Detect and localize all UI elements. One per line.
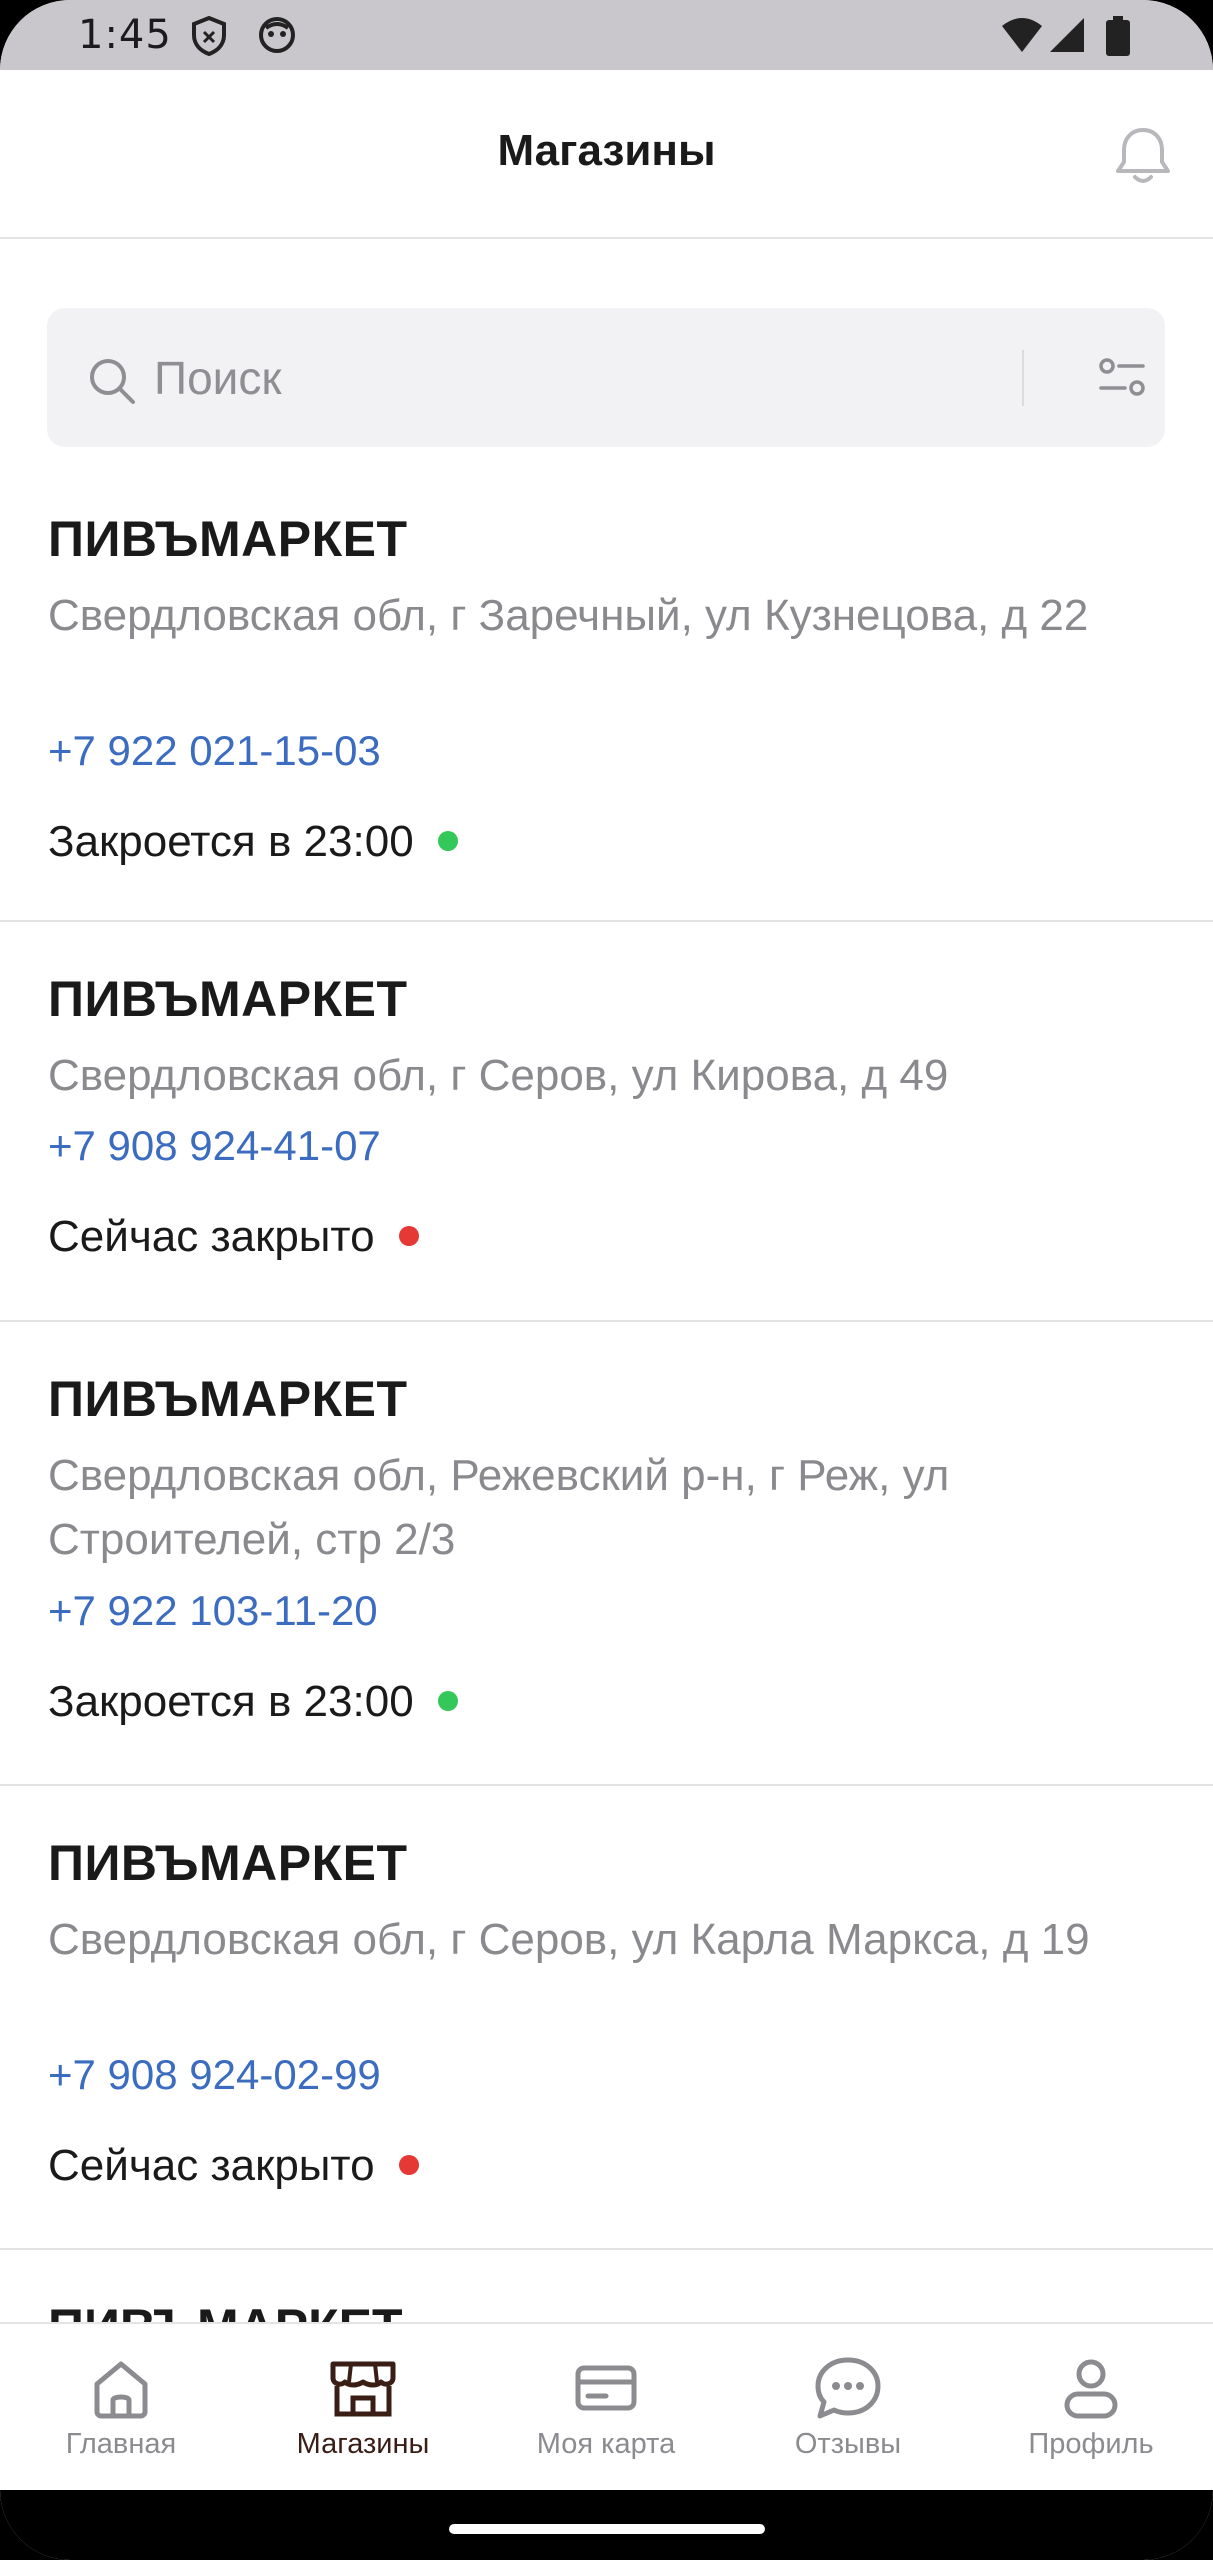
store-status-text: Закроется в 23:00 [48, 1677, 414, 1726]
face-icon [258, 16, 296, 59]
store-status: Закроется в 23:00 [48, 817, 458, 867]
bell-icon[interactable] [1113, 124, 1173, 193]
store-phone-link[interactable]: +7 908 924-02-99 [48, 2051, 381, 2099]
nav-label: Магазины [296, 2428, 430, 2460]
store-list: ПИВЪМАРКЕТ Свердловская обл, г Заречный,… [0, 462, 1213, 2250]
nav-label: Моя карта [536, 2428, 676, 2460]
nav-item-home[interactable]: Главная [0, 2324, 242, 2492]
home-icon [94, 2361, 148, 2419]
status-open-dot [437, 1691, 458, 1712]
nav-item-stores[interactable]: Магазины [242, 2324, 484, 2492]
filter-icon[interactable] [1097, 354, 1147, 405]
store-phone-link[interactable]: +7 908 924-41-07 [48, 1122, 381, 1170]
nav-item-my-card[interactable]: Моя карта [485, 2324, 727, 2492]
search-bar[interactable] [47, 308, 1165, 447]
search-input[interactable] [154, 348, 1034, 408]
battery-icon [1106, 16, 1130, 61]
store-address: Свердловская обл, Режевский р-н, г Реж, … [48, 1451, 950, 1564]
card-icon [575, 2365, 637, 2411]
chat-icon [815, 2357, 881, 2419]
store-status: Закроется в 23:00 [48, 1677, 458, 1727]
status-bar: 1:45 [0, 0, 1213, 70]
nav-item-reviews[interactable]: Отзывы [727, 2324, 969, 2492]
wifi-icon [1000, 16, 1044, 59]
store-card[interactable]: ПИВЪМАРКЕТ Свердловская обл, г Серов, ул… [0, 1786, 1213, 2250]
gesture-bar-area [0, 2490, 1213, 2560]
page-title: Магазины [497, 126, 716, 175]
shield-icon [190, 15, 228, 61]
store-card[interactable]: ПИВЪМАРКЕТ Свердловская обл, г Серов, ул… [0, 922, 1213, 1322]
store-name: ПИВЪМАРКЕТ [48, 1835, 408, 1891]
nav-label: Главная [65, 2428, 177, 2460]
status-time: 1:45 [78, 12, 172, 58]
store-status-text: Сейчас закрыто [48, 1212, 375, 1261]
app-screen: 1:45 Магазины Поиск ПИВЪМАРКЕТ Свердловс… [0, 0, 1213, 2560]
store-address: Свердловская обл, г Серов, ул Кирова, д … [48, 1051, 949, 1100]
store-address: Свердловская обл, г Серов, ул Карла Марк… [48, 1915, 1090, 1964]
bottom-navigation: Главная Магазины Моя карта Отзывы Профил… [0, 2322, 1213, 2492]
store-name: ПИВЪМАРКЕТ [48, 511, 408, 567]
store-icon [330, 2361, 396, 2417]
store-card[interactable]: ПИВЪМАРКЕТ Свердловская обл, г Заречный,… [0, 462, 1213, 922]
status-open-dot [437, 831, 458, 852]
store-status: Сейчас закрыто [48, 2141, 419, 2191]
store-phone-link[interactable]: +7 922 021-15-03 [48, 727, 381, 775]
store-card[interactable]: ПИВЪМАРКЕТ Свердловская обл, Режевский р… [0, 1322, 1213, 1786]
store-status: Сейчас закрыто [48, 1212, 419, 1262]
store-status-text: Закроется в 23:00 [48, 817, 414, 866]
nav-item-profile[interactable]: Профиль [970, 2324, 1212, 2492]
search-icon [87, 356, 137, 411]
store-phone-link[interactable]: +7 922 103-11-20 [48, 1587, 378, 1635]
nav-label: Профиль [1028, 2428, 1154, 2460]
home-indicator[interactable] [449, 2524, 765, 2534]
store-address: Свердловская обл, г Заречный, ул Кузнецо… [48, 591, 1089, 640]
nav-label: Отзывы [794, 2428, 902, 2460]
store-name: ПИВЪМАРКЕТ [48, 971, 408, 1027]
store-status-text: Сейчас закрыто [48, 2141, 375, 2190]
app-header: Магазины [0, 70, 1213, 239]
signal-icon [1048, 16, 1086, 59]
status-closed-dot [398, 1226, 419, 1247]
search-divider [1022, 350, 1024, 406]
store-name: ПИВЪМАРКЕТ [48, 1371, 408, 1427]
profile-icon [1064, 2359, 1118, 2419]
status-closed-dot [398, 2155, 419, 2176]
